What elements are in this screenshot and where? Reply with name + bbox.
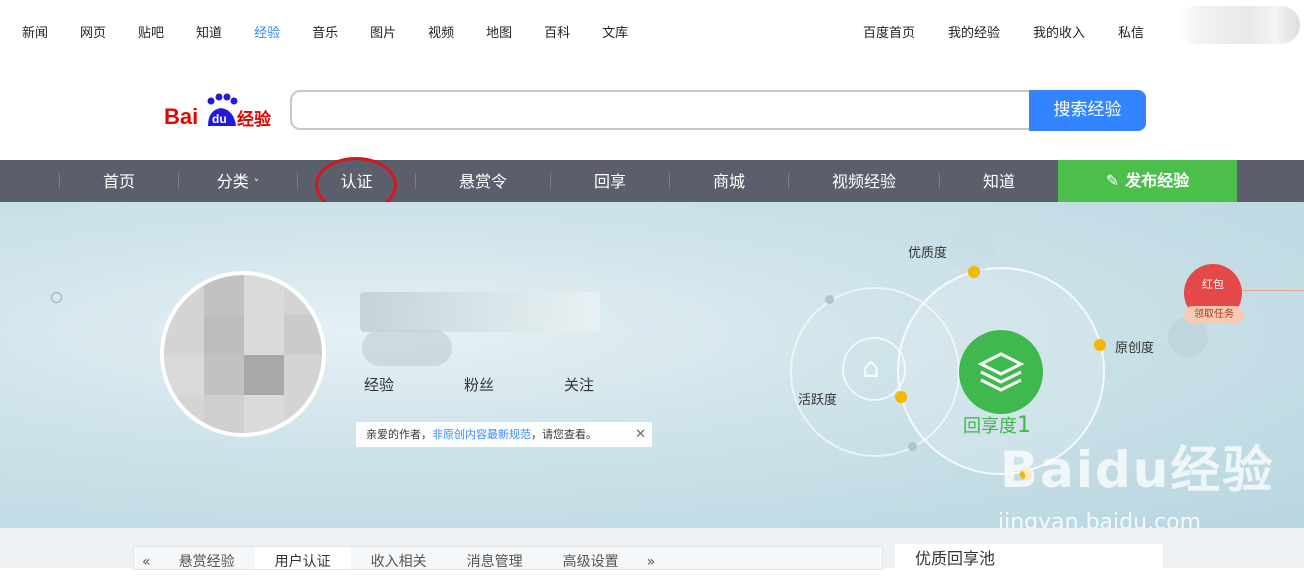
link-my-income[interactable]: 我的收入 bbox=[1033, 22, 1085, 41]
quality-dot bbox=[968, 266, 980, 278]
user-level-blurred bbox=[362, 330, 452, 366]
stat-following[interactable]: 关注 bbox=[564, 374, 594, 395]
top-link-web[interactable]: 网页 bbox=[80, 22, 106, 41]
profile-avatar[interactable] bbox=[160, 271, 326, 437]
top-link-map[interactable]: 地图 bbox=[486, 22, 512, 41]
link-my-experience[interactable]: 我的经验 bbox=[948, 22, 1000, 41]
tab-messages[interactable]: 消息管理 bbox=[447, 547, 543, 570]
search-button[interactable]: 搜索经验 bbox=[1029, 90, 1146, 131]
nav-item-huixiang[interactable]: 回享 bbox=[551, 160, 669, 202]
top-link-news[interactable]: 新闻 bbox=[22, 22, 48, 41]
link-baidu-home[interactable]: 百度首页 bbox=[863, 22, 915, 41]
top-link-jingyan[interactable]: 经验 bbox=[254, 22, 280, 41]
top-link-wenku[interactable]: 文库 bbox=[602, 22, 628, 41]
search-input[interactable] bbox=[292, 92, 1030, 128]
notice-prefix: 亲爱的作者， bbox=[366, 428, 432, 441]
baidu-watermark: Baidu经验 bbox=[1000, 441, 1275, 499]
logo-bai-text: Bai bbox=[164, 104, 198, 129]
radar-label-originality: 原创度 bbox=[1115, 341, 1155, 356]
baidu-jingyan-logo[interactable]: Bai du 经验 bbox=[164, 92, 276, 132]
tab-advanced-settings[interactable]: 高级设置 bbox=[543, 547, 639, 570]
top-link-zhidao[interactable]: 知道 bbox=[196, 22, 222, 41]
close-icon[interactable]: ✕ bbox=[635, 422, 646, 447]
logo-suffix-text: 经验 bbox=[237, 109, 272, 130]
top-link-video[interactable]: 视频 bbox=[428, 22, 454, 41]
tabs-next-arrow[interactable]: » bbox=[639, 547, 664, 570]
decor-dot bbox=[51, 292, 62, 303]
top-bar: 新闻 网页 贴吧 知道 经验 音乐 图片 视频 地图 百科 文库 百度首页 我的… bbox=[0, 0, 1304, 62]
nav-item-category[interactable]: 分类 ˅ bbox=[179, 160, 297, 202]
activity-dot bbox=[895, 391, 907, 403]
chevron-down-icon: ˅ bbox=[253, 177, 260, 190]
notice-link[interactable]: 非原创内容最新规范 bbox=[432, 428, 531, 441]
nav-item-home[interactable]: 首页 bbox=[60, 160, 178, 202]
tab-bounty-experience[interactable]: 悬赏经验 bbox=[159, 547, 255, 570]
notice-suffix: ，请您查看。 bbox=[531, 428, 597, 441]
pen-icon: ✎ bbox=[1105, 171, 1120, 190]
layers-icon bbox=[977, 352, 1025, 392]
nav-item-video-experience[interactable]: 视频经验 bbox=[789, 160, 939, 202]
decor-dot bbox=[825, 295, 834, 304]
watermark-url: jingyan.baidu.com bbox=[998, 510, 1202, 528]
claim-task-label[interactable]: 领取任务 bbox=[1184, 306, 1244, 324]
nav-item-category-label: 分类 bbox=[216, 172, 249, 191]
notice-bar: 亲爱的作者，非原创内容最新规范，请您查看。 ✕ bbox=[356, 422, 652, 447]
logo-du-text: du bbox=[212, 112, 227, 126]
tab-income[interactable]: 收入相关 bbox=[351, 547, 447, 570]
user-links: 百度首页 我的经验 我的收入 私信 bbox=[830, 22, 1144, 41]
publish-experience-button[interactable]: ✎ 发布经验 bbox=[1058, 160, 1237, 202]
profile-banner: 经验 粉丝 关注 亲爱的作者，非原创内容最新规范，请您查看。 ✕ ⌂ 优质度 原… bbox=[0, 202, 1304, 528]
originality-dot bbox=[1094, 339, 1106, 351]
quality-pool-title: 优质回享池 bbox=[895, 544, 1163, 568]
top-link-tieba[interactable]: 贴吧 bbox=[138, 22, 164, 41]
tab-user-certification[interactable]: 用户认证 bbox=[254, 547, 351, 570]
layers-badge bbox=[959, 330, 1043, 414]
stat-experience[interactable]: 经验 bbox=[364, 374, 394, 395]
radar-label-activity: 活跃度 bbox=[798, 393, 838, 408]
search-box bbox=[290, 90, 1030, 130]
username-blurred bbox=[360, 292, 600, 332]
nav-item-bounty[interactable]: 悬赏令 bbox=[416, 160, 550, 202]
top-link-images[interactable]: 图片 bbox=[370, 22, 396, 41]
settings-tabs: « 悬赏经验 用户认证 收入相关 消息管理 高级设置 » bbox=[133, 546, 883, 570]
link-messages[interactable]: 私信 bbox=[1118, 22, 1144, 41]
tab-area: « 悬赏经验 用户认证 收入相关 消息管理 高级设置 » 优质回享池 bbox=[0, 528, 1304, 570]
profile-stats: 经验 粉丝 关注 bbox=[364, 374, 664, 395]
publish-label: 发布经验 bbox=[1125, 171, 1190, 190]
tabs-prev-arrow[interactable]: « bbox=[134, 547, 159, 570]
user-avatar[interactable] bbox=[1176, 6, 1300, 44]
nav-item-zhidao[interactable]: 知道 bbox=[940, 160, 1058, 202]
stat-fans[interactable]: 粉丝 bbox=[464, 374, 494, 395]
top-link-music[interactable]: 音乐 bbox=[312, 22, 338, 41]
radar-label-quality: 优质度 bbox=[908, 246, 948, 261]
nav-item-mall[interactable]: 商城 bbox=[670, 160, 788, 202]
decor-dot bbox=[908, 442, 917, 451]
top-link-baike[interactable]: 百科 bbox=[544, 22, 570, 41]
main-nav: 首页 分类 ˅ 认证 悬赏令 回享 商城 视频经验 知道 ✎ 发布经验 bbox=[0, 160, 1304, 202]
top-product-links: 新闻 网页 贴吧 知道 经验 音乐 图片 视频 地图 百科 文库 bbox=[22, 22, 660, 41]
home-icon: ⌂ bbox=[862, 351, 880, 384]
red-envelope-title: 红包 bbox=[1202, 278, 1224, 291]
